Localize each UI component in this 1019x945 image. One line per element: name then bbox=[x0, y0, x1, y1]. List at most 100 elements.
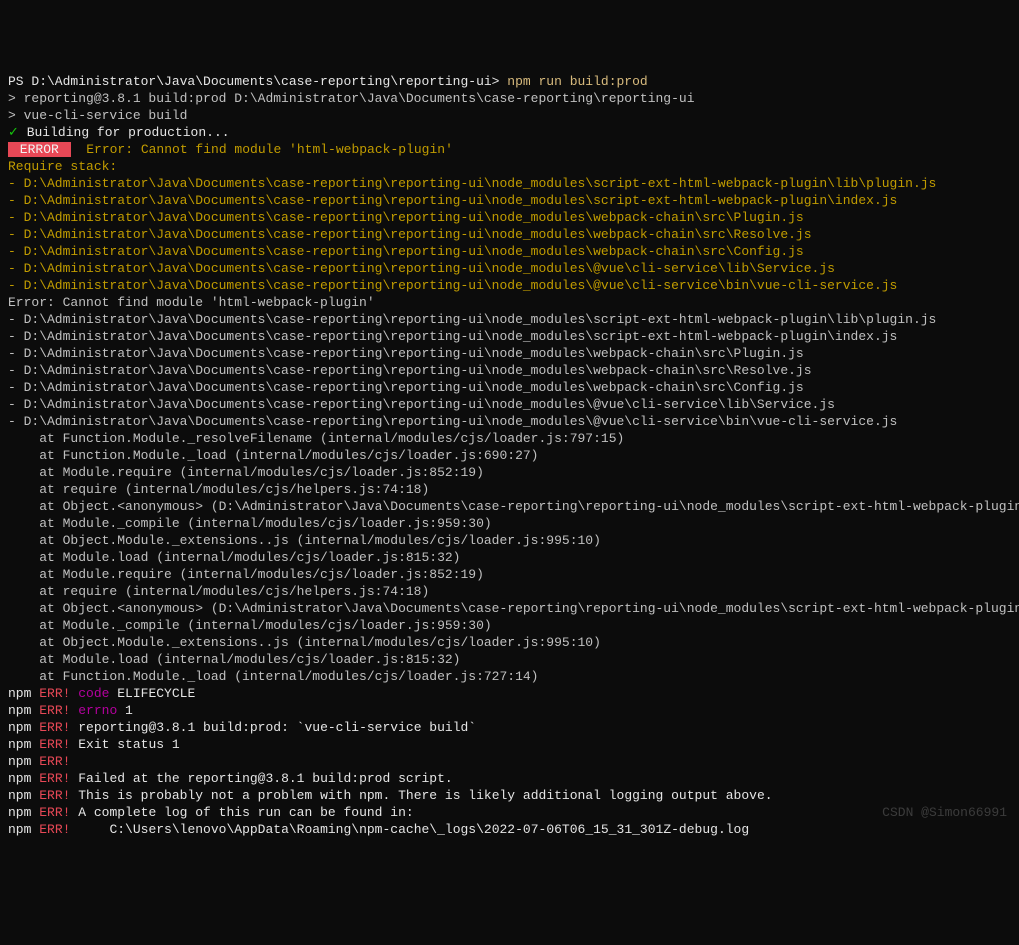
trace-line: at Function.Module._load (internal/modul… bbox=[8, 669, 539, 684]
npm-err-label: ERR! bbox=[39, 805, 70, 820]
npm-err-text: ELIFECYCLE bbox=[109, 686, 195, 701]
npm-err-text: This is probably not a problem with npm.… bbox=[70, 788, 772, 803]
terminal-line: at Object.Module._extensions..js (intern… bbox=[8, 634, 1011, 651]
require-stack-item: - D:\Administrator\Java\Documents\case-r… bbox=[8, 244, 804, 259]
terminal-line: at Module._compile (internal/modules/cjs… bbox=[8, 617, 1011, 634]
terminal-line: ✓ Building for production... bbox=[8, 124, 1011, 141]
trace-line: at Object.Module._extensions..js (intern… bbox=[8, 635, 601, 650]
terminal-line: at Module.load (internal/modules/cjs/loa… bbox=[8, 549, 1011, 566]
terminal-line: - D:\Administrator\Java\Documents\case-r… bbox=[8, 226, 1011, 243]
stack-item: - D:\Administrator\Java\Documents\case-r… bbox=[8, 346, 804, 361]
terminal-line: - D:\Administrator\Java\Documents\case-r… bbox=[8, 328, 1011, 345]
npm-prefix: npm bbox=[8, 822, 39, 837]
terminal-line: at Function.Module._load (internal/modul… bbox=[8, 668, 1011, 685]
terminal-line: - D:\Administrator\Java\Documents\case-r… bbox=[8, 260, 1011, 277]
terminal-line: npm ERR! Exit status 1 bbox=[8, 736, 1011, 753]
check-icon: ✓ bbox=[8, 125, 19, 140]
stack-item: - D:\Administrator\Java\Documents\case-r… bbox=[8, 329, 897, 344]
stack-item: - D:\Administrator\Java\Documents\case-r… bbox=[8, 363, 812, 378]
terminal-line: ERROR Error: Cannot find module 'html-we… bbox=[8, 141, 1011, 158]
error-headline: Error: Cannot find module 'html-webpack-… bbox=[71, 142, 453, 157]
npm-err-label: ERR! bbox=[39, 754, 70, 769]
terminal-line: - D:\Administrator\Java\Documents\case-r… bbox=[8, 362, 1011, 379]
error-message: Error: Cannot find module 'html-webpack-… bbox=[8, 295, 375, 310]
terminal-line: npm ERR! A complete log of this run can … bbox=[8, 804, 1011, 821]
terminal-line: PS D:\Administrator\Java\Documents\case-… bbox=[8, 73, 1011, 90]
trace-line: at require (internal/modules/cjs/helpers… bbox=[8, 584, 429, 599]
npm-err-text: A complete log of this run can be found … bbox=[70, 805, 413, 820]
npm-err-key: code bbox=[70, 686, 109, 701]
terminal-line: - D:\Administrator\Java\Documents\case-r… bbox=[8, 311, 1011, 328]
stack-item: - D:\Administrator\Java\Documents\case-r… bbox=[8, 414, 897, 429]
terminal-line: > vue-cli-service build bbox=[8, 107, 1011, 124]
terminal-line: - D:\Administrator\Java\Documents\case-r… bbox=[8, 192, 1011, 209]
terminal-line: - D:\Administrator\Java\Documents\case-r… bbox=[8, 243, 1011, 260]
trace-line: at Object.<anonymous> (D:\Administrator\… bbox=[8, 601, 1019, 616]
npm-prefix: npm bbox=[8, 788, 39, 803]
npm-prefix: npm bbox=[8, 754, 39, 769]
terminal-line: npm ERR! reporting@3.8.1 build:prod: `vu… bbox=[8, 719, 1011, 736]
terminal-line: npm ERR! Failed at the reporting@3.8.1 b… bbox=[8, 770, 1011, 787]
npm-err-text: reporting@3.8.1 build:prod: `vue-cli-ser… bbox=[70, 720, 476, 735]
npm-err-label: ERR! bbox=[39, 703, 70, 718]
terminal-line: npm ERR! C:\Users\lenovo\AppData\Roaming… bbox=[8, 821, 1011, 838]
building-text: Building for production... bbox=[19, 125, 230, 140]
terminal-line: - D:\Administrator\Java\Documents\case-r… bbox=[8, 379, 1011, 396]
npm-err-label: ERR! bbox=[39, 737, 70, 752]
terminal-line: - D:\Administrator\Java\Documents\case-r… bbox=[8, 413, 1011, 430]
prompt-cwd: PS D:\Administrator\Java\Documents\case-… bbox=[8, 74, 499, 89]
npm-err-label: ERR! bbox=[39, 720, 70, 735]
terminal-line: npm ERR! code ELIFECYCLE bbox=[8, 685, 1011, 702]
terminal-line: at Object.<anonymous> (D:\Administrator\… bbox=[8, 600, 1011, 617]
npm-prefix: npm bbox=[8, 686, 39, 701]
npm-err-text: 1 bbox=[117, 703, 133, 718]
require-stack-item: - D:\Administrator\Java\Documents\case-r… bbox=[8, 278, 897, 293]
terminal-line: - D:\Administrator\Java\Documents\case-r… bbox=[8, 277, 1011, 294]
require-stack-item: - D:\Administrator\Java\Documents\case-r… bbox=[8, 261, 835, 276]
npm-err-text: Exit status 1 bbox=[70, 737, 179, 752]
trace-line: at Function.Module._load (internal/modul… bbox=[8, 448, 539, 463]
npm-prefix: npm bbox=[8, 737, 39, 752]
error-badge: ERROR bbox=[8, 142, 71, 157]
npm-prefix: npm bbox=[8, 805, 39, 820]
terminal-window[interactable]: { "prompt": { "prefix": "PS ", "cwd": "D… bbox=[0, 0, 1019, 945]
stack-item: - D:\Administrator\Java\Documents\case-r… bbox=[8, 397, 835, 412]
npm-err-label: ERR! bbox=[39, 788, 70, 803]
require-stack-item: - D:\Administrator\Java\Documents\case-r… bbox=[8, 176, 936, 191]
prompt-command: npm run build:prod bbox=[499, 74, 647, 89]
terminal-line: - D:\Administrator\Java\Documents\case-r… bbox=[8, 396, 1011, 413]
terminal-line: at Object.<anonymous> (D:\Administrator\… bbox=[8, 498, 1011, 515]
terminal-line: npm ERR! bbox=[8, 753, 1011, 770]
npm-prefix: npm bbox=[8, 771, 39, 786]
terminal-line: at Module.load (internal/modules/cjs/loa… bbox=[8, 651, 1011, 668]
require-stack-item: - D:\Administrator\Java\Documents\case-r… bbox=[8, 210, 804, 225]
require-stack-item: - D:\Administrator\Java\Documents\case-r… bbox=[8, 193, 897, 208]
stack-item: - D:\Administrator\Java\Documents\case-r… bbox=[8, 312, 936, 327]
npm-prefix: npm bbox=[8, 720, 39, 735]
terminal-line: Require stack: bbox=[8, 158, 1011, 175]
trace-line: at Function.Module._resolveFilename (int… bbox=[8, 431, 624, 446]
require-stack-header: Require stack: bbox=[8, 159, 117, 174]
trace-line: at Module.load (internal/modules/cjs/loa… bbox=[8, 550, 460, 565]
trace-line: at require (internal/modules/cjs/helpers… bbox=[8, 482, 429, 497]
trace-line: at Module._compile (internal/modules/cjs… bbox=[8, 516, 492, 531]
terminal-line: - D:\Administrator\Java\Documents\case-r… bbox=[8, 345, 1011, 362]
require-stack-item: - D:\Administrator\Java\Documents\case-r… bbox=[8, 227, 812, 242]
npm-prefix: npm bbox=[8, 703, 39, 718]
stack-item: - D:\Administrator\Java\Documents\case-r… bbox=[8, 380, 804, 395]
trace-line: at Module._compile (internal/modules/cjs… bbox=[8, 618, 492, 633]
npm-err-label: ERR! bbox=[39, 686, 70, 701]
trace-line: at Object.Module._extensions..js (intern… bbox=[8, 533, 601, 548]
terminal-line: > reporting@3.8.1 build:prod D:\Administ… bbox=[8, 90, 1011, 107]
script-line: > reporting@3.8.1 build:prod D:\Administ… bbox=[8, 91, 695, 106]
npm-err-text: C:\Users\lenovo\AppData\Roaming\npm-cach… bbox=[70, 822, 749, 837]
terminal-line: at require (internal/modules/cjs/helpers… bbox=[8, 481, 1011, 498]
terminal-line: at Module._compile (internal/modules/cjs… bbox=[8, 515, 1011, 532]
terminal-line: at Function.Module._load (internal/modul… bbox=[8, 447, 1011, 464]
npm-err-text: Failed at the reporting@3.8.1 build:prod… bbox=[70, 771, 452, 786]
terminal-line: at Object.Module._extensions..js (intern… bbox=[8, 532, 1011, 549]
trace-line: at Module.require (internal/modules/cjs/… bbox=[8, 567, 484, 582]
trace-line: at Module.load (internal/modules/cjs/loa… bbox=[8, 652, 460, 667]
terminal-line: at require (internal/modules/cjs/helpers… bbox=[8, 583, 1011, 600]
npm-err-key: errno bbox=[70, 703, 117, 718]
